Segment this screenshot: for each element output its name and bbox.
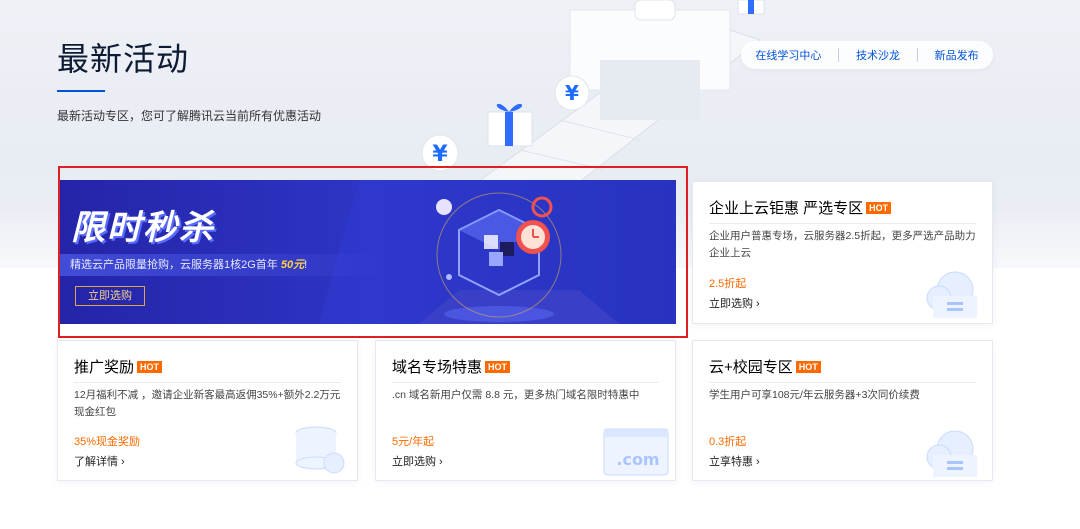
- svg-text:.com: .com: [616, 450, 659, 469]
- card-divider: [392, 382, 659, 383]
- card-description: 企业用户普惠专场，云服务器2.5折起，更多严选产品助力企业上云: [709, 230, 976, 259]
- link-new-products[interactable]: 新品发布: [935, 47, 979, 63]
- card-title-text: 域名专场特惠: [392, 359, 483, 376]
- card-title-text: 云+校园专区: [709, 359, 793, 376]
- card-link[interactable]: 立享特惠 ›: [709, 453, 760, 469]
- promo-card-domain[interactable]: 域名专场特惠 HOT .cn 域名新用户仅需 8.8 元，更多热门域名限时特惠中 …: [375, 340, 676, 481]
- gift-box-icon-top: [737, 0, 765, 15]
- card-divider: [709, 382, 976, 383]
- yen-coin-1: ¥: [554, 75, 590, 111]
- flash-sale-banner[interactable]: 限时秒杀 精选云产品限量抢购，云服务器1核2G首年 50元! 立即选购: [59, 180, 676, 324]
- hot-badge: HOT: [137, 360, 163, 373]
- card-price: 5元/年起: [392, 436, 435, 448]
- card-link[interactable]: 了解详情 ›: [74, 453, 125, 469]
- gift-box-icon: [487, 103, 533, 147]
- card-link[interactable]: 立即选购 ›: [709, 295, 760, 311]
- svg-text:¥: ¥: [432, 142, 448, 167]
- dotcom-window-icon: .com: [603, 428, 669, 476]
- page-subtitle: 最新活动专区，您可了解腾讯云当前所有优惠活动: [57, 109, 322, 123]
- svg-text:¥: ¥: [565, 81, 579, 105]
- cloud-document-icon: [926, 430, 977, 477]
- cloud-document-icon: [926, 271, 977, 318]
- quick-links-bar: 在线学习中心 技术沙龙 新品发布: [741, 41, 993, 69]
- title-underline: [57, 90, 105, 92]
- card-description: .cn 域名新用户仅需 8.8 元，更多热门域名限时特惠中: [392, 389, 640, 401]
- promo-card-enterprise[interactable]: 企业上云钜惠 严选专区 HOT 企业用户普惠专场，云服务器2.5折起，更多严选产品…: [692, 181, 993, 324]
- page-title: 最新活动: [57, 41, 190, 77]
- banner-title: 限时秒杀: [71, 208, 215, 248]
- buy-now-button[interactable]: 立即选购: [75, 286, 145, 306]
- hot-badge: HOT: [866, 201, 892, 214]
- card-title: 企业上云钜惠 严选专区 HOT: [709, 197, 892, 218]
- separator: [916, 48, 918, 62]
- card-divider: [74, 382, 341, 383]
- banner-desc-text: 精选云产品限量抢购，云服务器1核2G首年: [70, 259, 281, 271]
- link-learning-center[interactable]: 在线学习中心: [755, 47, 821, 63]
- promo-card-referral[interactable]: 推广奖励 HOT 12月福利不减 ，邀请企业新客最高返佣35%+额外2.2万元现金…: [57, 340, 358, 481]
- database-cloud-icon: [295, 426, 345, 474]
- card-description: 学生用户可享108元/年云服务器+3次同价续费: [709, 389, 920, 401]
- link-tech-salon[interactable]: 技术沙龙: [856, 47, 900, 63]
- card-title: 推广奖励 HOT: [74, 356, 163, 377]
- clock-icon: [516, 220, 550, 254]
- promo-card-campus[interactable]: 云+校园专区 HOT 学生用户可享108元/年云服务器+3次同价续费 0.3折起 …: [692, 340, 993, 481]
- banner-desc-suffix: !: [304, 259, 308, 271]
- card-price: 2.5折起: [709, 278, 747, 290]
- hot-badge: HOT: [795, 360, 821, 373]
- card-price: 0.3折起: [709, 436, 747, 448]
- banner-description: 精选云产品限量抢购，云服务器1核2G首年 50元!: [59, 254, 389, 276]
- card-description: 12月福利不减 ，邀请企业新客最高返佣35%+额外2.2万元现金红包: [74, 389, 341, 418]
- card-price: 35%现金奖励: [74, 436, 141, 448]
- hot-badge: HOT: [485, 360, 511, 373]
- card-link[interactable]: 立即选购 ›: [392, 453, 443, 469]
- card-title: 域名专场特惠 HOT: [392, 356, 511, 377]
- separator: [838, 48, 840, 62]
- banner-desc-highlight: 50元: [280, 259, 305, 271]
- card-title-text: 推广奖励: [74, 359, 135, 376]
- card-title-text: 企业上云钜惠 严选专区: [709, 200, 864, 217]
- card-title: 云+校园专区 HOT: [709, 356, 821, 377]
- card-divider: [709, 223, 976, 224]
- yen-coin-2: ¥: [421, 134, 459, 172]
